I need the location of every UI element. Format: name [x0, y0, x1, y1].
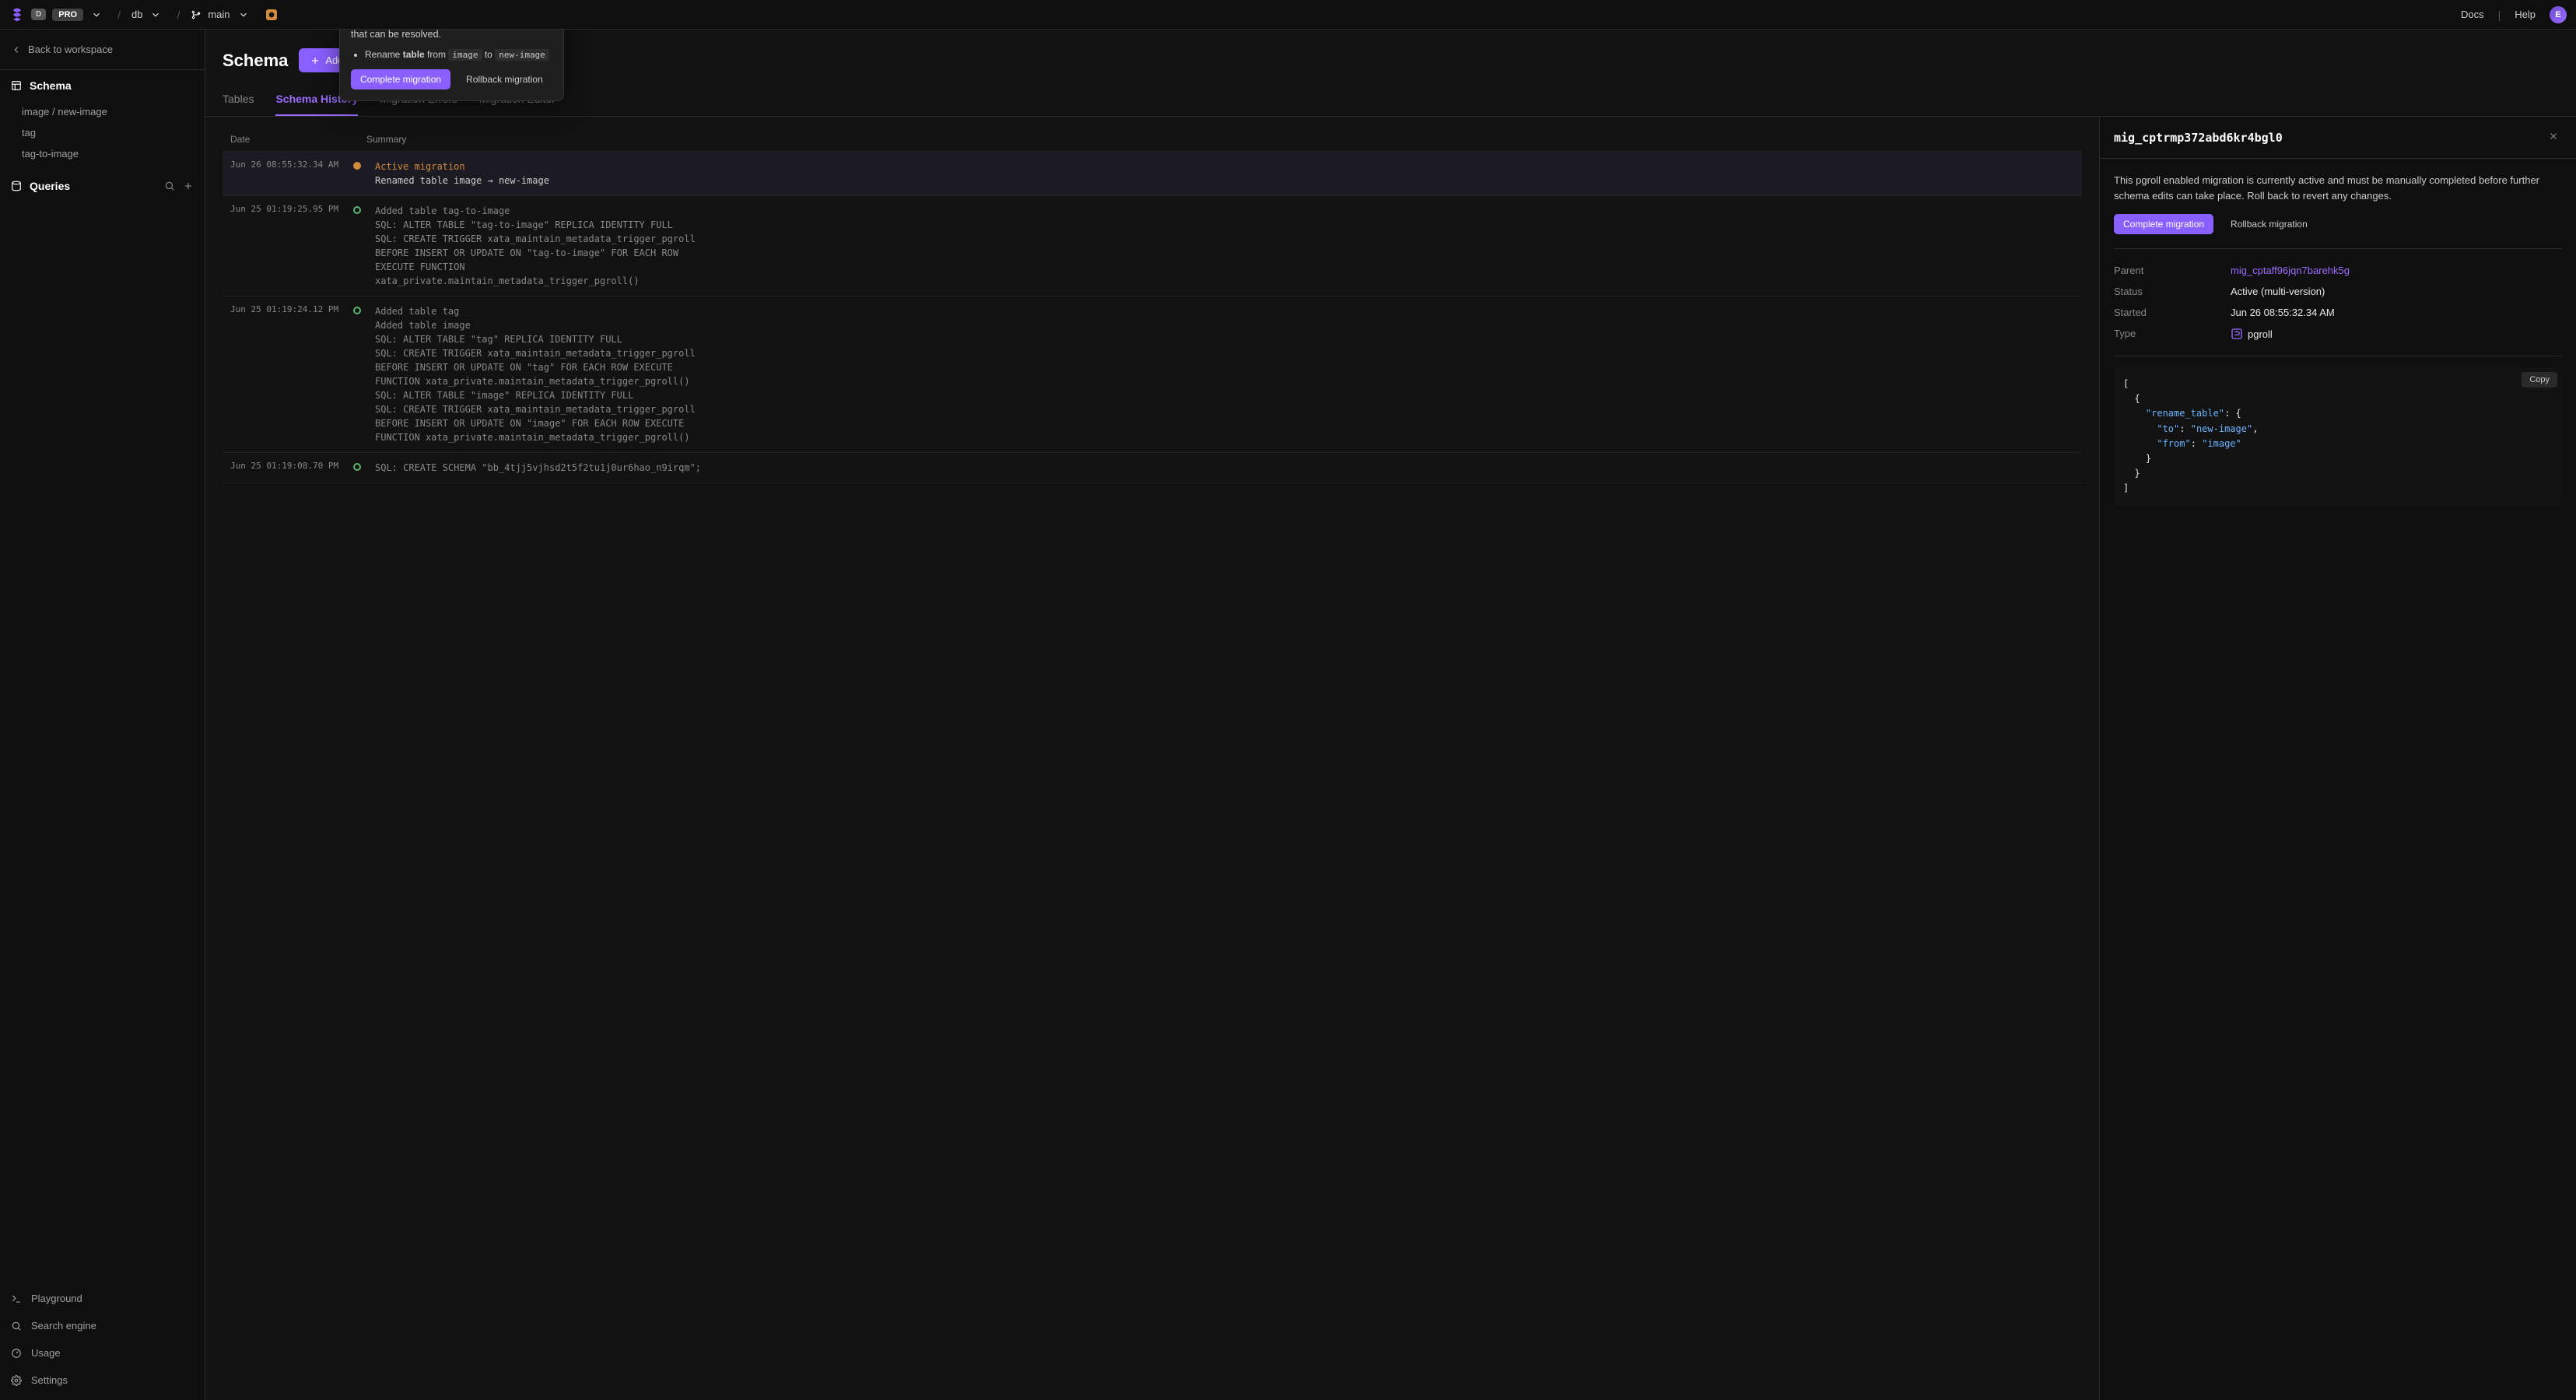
history-row[interactable]: Jun 25 01:19:08.70 PM SQL: CREATE SCHEMA…: [223, 452, 2082, 483]
chevron-down-icon[interactable]: [238, 9, 249, 20]
history-pane: Date Summary Jun 26 08:55:32.34 AM Activ…: [205, 117, 2099, 1400]
plan-badge: PRO: [52, 9, 83, 21]
pgroll-icon: [2231, 328, 2243, 340]
database-icon: [11, 181, 22, 191]
row-summary: Active migration Renamed table image → n…: [375, 160, 2074, 188]
top-bar: D PRO / db / main Docs | Help E: [0, 0, 2576, 30]
page-title: Schema: [223, 51, 288, 71]
search-icon: [11, 1321, 22, 1332]
sidebar-item-usage[interactable]: Usage: [0, 1339, 205, 1367]
db-name[interactable]: db: [131, 9, 142, 20]
schema-heading[interactable]: Schema: [0, 70, 205, 101]
rollback-migration-button[interactable]: Rollback migration: [457, 69, 552, 89]
gear-icon: [11, 1375, 22, 1386]
sidebar-item-label: Settings: [31, 1374, 68, 1386]
migration-detail-panel: mig_cptrmp372abd6kr4bgl0 This pgroll ena…: [2099, 117, 2576, 1400]
row-date: Jun 26 08:55:32.34 AM: [230, 160, 349, 170]
history-table: Date Summary Jun 26 08:55:32.34 AM Activ…: [223, 128, 2082, 483]
complete-migration-button[interactable]: Complete migration: [2114, 214, 2213, 234]
terminal-icon: [11, 1293, 22, 1304]
plus-icon: [310, 55, 321, 66]
search-icon[interactable]: [164, 181, 175, 191]
queries-heading-label: Queries: [30, 180, 70, 192]
chevron-down-icon[interactable]: [150, 9, 161, 20]
history-row[interactable]: Jun 25 01:19:25.95 PM Added table tag-to…: [223, 195, 2082, 296]
meta-parent-label: Parent: [2114, 265, 2231, 276]
plus-icon[interactable]: [183, 181, 194, 191]
schema-heading-label: Schema: [30, 79, 72, 92]
sidebar-table-item[interactable]: tag: [6, 122, 198, 143]
status-ok-icon: [353, 204, 370, 216]
migration-id: mig_cptrmp372abd6kr4bgl0: [2114, 131, 2283, 145]
docs-link[interactable]: Docs: [2461, 9, 2484, 20]
sidebar-item-settings[interactable]: Settings: [0, 1367, 205, 1394]
close-icon[interactable]: [2545, 128, 2562, 147]
tab-tables[interactable]: Tables: [223, 83, 254, 116]
popover-text: There is an active migration on this bra…: [351, 30, 552, 41]
sidebar-item-search[interactable]: Search engine: [0, 1312, 205, 1339]
sidebar-item-playground[interactable]: Playground: [0, 1285, 205, 1312]
meta-started-label: Started: [2114, 307, 2231, 318]
status-ok-icon: [353, 304, 370, 317]
workspace-badge: D: [31, 9, 46, 20]
history-row[interactable]: Jun 25 01:19:24.12 PM Added table tag Ad…: [223, 296, 2082, 452]
rollback-migration-button[interactable]: Rollback migration: [2221, 214, 2317, 234]
history-row[interactable]: Jun 26 08:55:32.34 AM Active migration R…: [223, 151, 2082, 195]
gauge-icon: [11, 1348, 22, 1359]
complete-migration-button[interactable]: Complete migration: [351, 69, 450, 89]
row-summary: Added table tag-to-image SQL: ALTER TABL…: [375, 204, 2074, 288]
col-date: Date: [230, 134, 366, 145]
queries-heading[interactable]: Queries: [0, 170, 205, 202]
separator: /: [177, 9, 180, 21]
table-icon: [11, 80, 22, 91]
active-migration-popover: There is an active migration on this bra…: [339, 30, 564, 101]
arrow-left-icon: [11, 44, 22, 55]
back-to-workspace[interactable]: Back to workspace: [0, 30, 205, 70]
sidebar-table-item[interactable]: tag-to-image: [6, 143, 198, 164]
meta-parent-value[interactable]: mig_cptaff96jqn7barehk5g: [2231, 265, 2350, 276]
back-label: Back to workspace: [28, 44, 113, 55]
sidebar-item-label: Search engine: [31, 1320, 96, 1332]
meta-status-label: Status: [2114, 286, 2231, 297]
meta-type-label: Type: [2114, 328, 2231, 340]
status-warning-icon: [353, 160, 370, 172]
chevron-down-icon[interactable]: [91, 9, 102, 20]
row-date: Jun 25 01:19:08.70 PM: [230, 461, 349, 471]
sidebar-item-label: Usage: [31, 1347, 61, 1359]
status-ok-icon: [353, 461, 370, 473]
copy-button[interactable]: Copy: [2522, 372, 2557, 388]
avatar[interactable]: E: [2550, 6, 2567, 23]
help-link[interactable]: Help: [2515, 9, 2536, 20]
migration-description: This pgroll enabled migration is current…: [2114, 173, 2562, 203]
popover-change-item: Rename table from image to new-image: [365, 49, 552, 60]
row-summary: SQL: CREATE SCHEMA "bb_4tjj5vjhsd2t5f2tu…: [375, 461, 2074, 475]
separator: |: [2498, 9, 2501, 21]
meta-type-value: pgroll: [2231, 328, 2273, 340]
meta-status-value: Active (multi-version): [2231, 286, 2325, 297]
col-summary: Summary: [366, 134, 2074, 145]
migration-warning-badge[interactable]: [266, 9, 277, 20]
row-date: Jun 25 01:19:24.12 PM: [230, 304, 349, 314]
sidebar: Back to workspace Schema image / new-ima…: [0, 30, 205, 1400]
migration-json: [ { "rename_table": { "to": "new-image",…: [2114, 367, 2562, 506]
row-date: Jun 25 01:19:25.95 PM: [230, 204, 349, 214]
sidebar-table-item[interactable]: image / new-image: [6, 101, 198, 122]
branch-name[interactable]: main: [208, 9, 230, 20]
separator: /: [117, 9, 121, 21]
app-logo[interactable]: [9, 7, 25, 23]
main-content: There is an active migration on this bra…: [205, 30, 2576, 1400]
branch-icon: [191, 9, 202, 20]
meta-started-value: Jun 26 08:55:32.34 AM: [2231, 307, 2335, 318]
sidebar-item-label: Playground: [31, 1293, 82, 1304]
row-summary: Added table tag Added table image SQL: A…: [375, 304, 2074, 444]
